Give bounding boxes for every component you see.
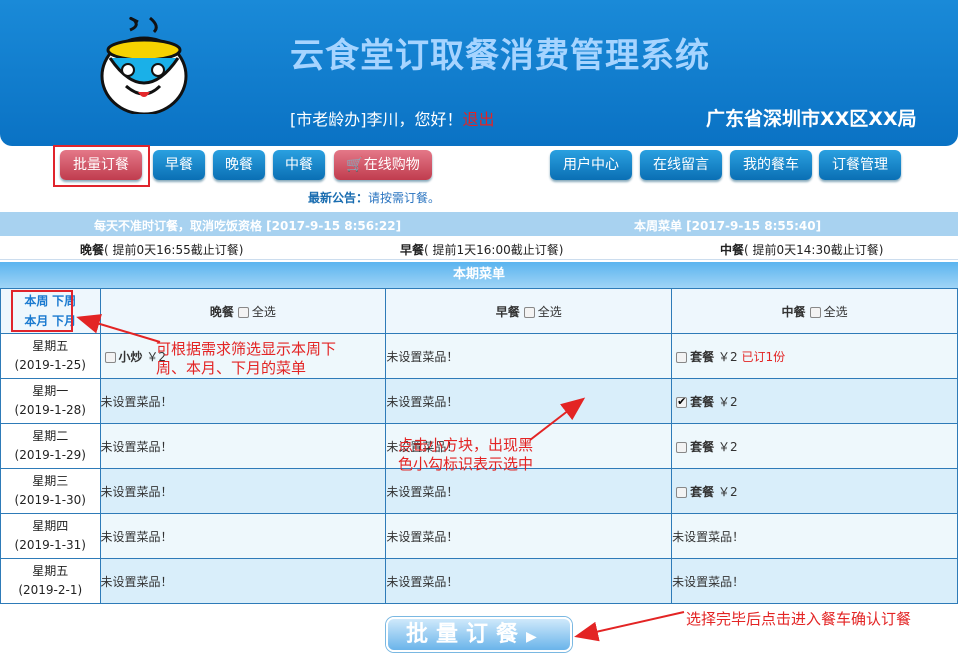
meal-cell: 未设置菜品！ <box>671 513 958 559</box>
table-row: 星期三 (2019-1-30) 未设置菜品！ 未设置菜品！ 套餐 ￥2 <box>0 468 958 514</box>
table-row: 星期一(2019-1-28) 未设置菜品！ 未设置菜品！ 套餐 ￥2 <box>0 378 958 424</box>
meal-cell: 套餐 ￥2 <box>671 378 958 424</box>
meal-cell: 未设置菜品！ <box>99 558 387 604</box>
meal-cell: 套餐 ￥2 <box>671 468 958 514</box>
meal-cell: 套餐 ￥2 <box>671 423 958 469</box>
day-cell: 星期五 (2019-2-1) <box>0 558 101 604</box>
arrow-to-submit <box>574 611 685 642</box>
day-cell: 星期五 (2019-1-25) <box>0 333 101 379</box>
menu-title: 本期菜单 <box>0 262 958 288</box>
meal-cell: 未设置菜品！ <box>385 378 673 424</box>
dinner-button[interactable]: 晚餐 <box>213 150 265 180</box>
online-shop-label: 在线购物 <box>363 157 420 173</box>
info-right: 本周菜单 [2017-9-15 8:55:40] <box>634 219 822 233</box>
table-row: 星期五 (2019-2-1) 未设置菜品！ 未设置菜品！ 未设置菜品！ <box>0 558 958 604</box>
day-cell: 星期二 (2019-1-29) <box>0 423 101 469</box>
deadline-dinner: 晚餐( 提前0天16:55截止订餐) <box>80 243 244 257</box>
submit-annotation: 选择完毕后点击进入餐车确认订餐 <box>686 610 912 628</box>
logout-link[interactable]: 退出 <box>463 110 495 129</box>
submit-label: 批量订餐 <box>406 622 527 647</box>
column-header-dinner: 晚餐 全选 <box>99 288 387 334</box>
order-management-button[interactable]: 订餐管理 <box>819 150 901 180</box>
select-all-checkbox[interactable] <box>237 306 249 318</box>
play-arrow-icon: ▶ <box>526 629 537 645</box>
info-left: 每天不准时订餐，取消吃饭资格 [2017-9-15 8:56:22] <box>94 219 402 233</box>
dish-checkbox-checked[interactable] <box>676 395 688 408</box>
table-row: 星期五 (2019-1-25) 小炒 ￥2 未设置菜品！ 套餐 ￥2 已订1份 <box>0 333 958 379</box>
meal-cell: 套餐 ￥2 已订1份 <box>671 333 958 379</box>
user-center-button[interactable]: 用户中心 <box>550 150 632 180</box>
notice-text: 请按需订餐。 <box>368 191 441 205</box>
dish-checkbox[interactable] <box>676 351 688 363</box>
message-button[interactable]: 在线留言 <box>640 150 722 180</box>
deadline-breakfast: 早餐( 提前1天16:00截止订餐) <box>400 243 564 257</box>
table-row: 星期四 (2019-1-31) 未设置菜品！ 未设置菜品！ 未设置菜品！ <box>0 513 958 559</box>
deadline-lunch: 中餐( 提前0天14:30截止订餐) <box>720 243 884 257</box>
meal-cell: 未设置菜品！ <box>671 558 958 604</box>
meal-cell: 未设置菜品！ <box>385 558 673 604</box>
filter-highlight-box <box>11 290 73 332</box>
meal-cell: 未设置菜品！ <box>99 378 387 424</box>
column-header-lunch: 中餐 全选 <box>671 288 958 334</box>
meal-cell: 未设置菜品！ <box>385 468 673 514</box>
lunch-button[interactable]: 中餐 <box>273 150 325 180</box>
column-header-breakfast: 早餐 全选 <box>385 288 673 334</box>
select-all-checkbox[interactable] <box>809 306 821 318</box>
notice: 最新公告：请按需订餐。 <box>308 189 440 206</box>
day-cell: 星期四 (2019-1-31) <box>0 513 101 559</box>
dish-checkbox[interactable] <box>104 351 116 363</box>
meal-cell: 未设置菜品！ <box>99 513 387 559</box>
meal-cell: 未设置菜品！ <box>385 513 673 559</box>
breakfast-button[interactable]: 早餐 <box>153 150 205 180</box>
highlight-box <box>53 145 150 187</box>
day-cell: 星期一 (2019-1-28) <box>0 378 101 424</box>
greeting-text: [市老龄办]李川，您好！ <box>290 110 463 129</box>
meal-cell: 未设置菜品！ <box>385 333 673 379</box>
day-cell: 星期三 (2019-1-30) <box>0 468 101 514</box>
dish-checkbox[interactable] <box>676 486 688 498</box>
deadline-bar: 晚餐( 提前0天16:55截止订餐) 早餐( 提前1天16:00截止订餐) 中餐… <box>0 236 958 260</box>
canteen-logo <box>100 16 188 114</box>
my-cart-button[interactable]: 我的餐车 <box>730 150 812 180</box>
checkbox-annotation: 点击小方块，出现黑色小勾标识表示选中 <box>398 436 534 473</box>
notice-label: 最新公告： <box>308 191 369 205</box>
meal-cell: 未设置菜品！ <box>99 423 387 469</box>
select-all-checkbox[interactable] <box>523 306 535 318</box>
batch-order-submit-button[interactable]: 批量订餐▶ <box>386 617 572 652</box>
region-label: 广东省深圳市XX区XX局 <box>706 108 917 130</box>
filter-annotation: 可根据需求筛选显示本周下周、本月、下月的菜单 <box>156 340 337 377</box>
table-header-row: 本周 下周 本月 下月 晚餐 全选 早餐 全选 中餐 全选 <box>0 288 958 334</box>
info-bar: 每天不准时订餐，取消吃饭资格 [2017-9-15 8:56:22] 本周菜单 … <box>0 212 958 236</box>
user-greeting: [市老龄办]李川，您好！退出 <box>290 106 495 130</box>
cart-icon: 🛒 <box>346 157 364 173</box>
meal-cell: 未设置菜品！ <box>99 468 387 514</box>
header-banner: 云食堂订取餐消费管理系统 [市老龄办]李川，您好！退出 广东省深圳市XX区XX局 <box>0 0 958 146</box>
online-shop-button[interactable]: 🛒在线购物 <box>334 150 432 180</box>
dish-checkbox[interactable] <box>676 441 688 453</box>
ordered-badge: 已订1份 <box>741 349 786 364</box>
system-title: 云食堂订取餐消费管理系统 <box>290 36 710 76</box>
